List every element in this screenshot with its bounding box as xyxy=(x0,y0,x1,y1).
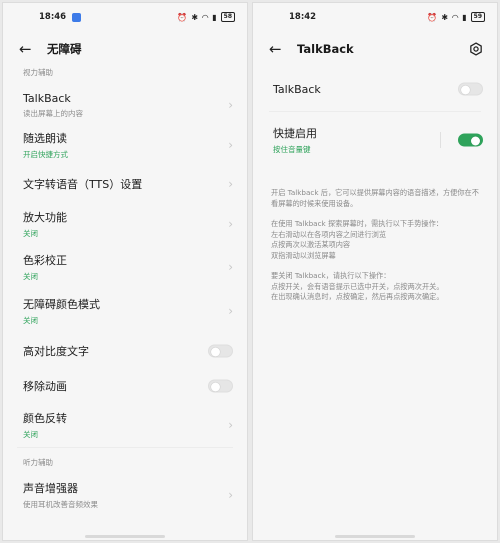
talkback-label: TalkBack xyxy=(273,82,321,96)
item-title: TalkBack xyxy=(23,91,71,105)
item-subtitle: 开启快捷方式 xyxy=(23,150,68,159)
description-line: 在使用 Talkback 探索屏幕时，需执行以下手势操作： xyxy=(271,219,443,228)
shortcut-toggle[interactable] xyxy=(458,133,483,147)
item-subtitle: 关闭 xyxy=(23,272,38,281)
alarm-icon: ⏰ xyxy=(427,12,438,22)
page-title: TalkBack xyxy=(297,42,354,56)
status-bar: 18:46 ⏰ ✱ ◠ ▮ 58 xyxy=(3,3,247,31)
description-paragraph: 开启 Talkback 后，它可以提供屏幕内容的语音描述，方便你在不看屏幕的时候… xyxy=(271,188,479,208)
talkback-toggle[interactable] xyxy=(458,82,483,96)
description-line: 点按开关，会有语音提示已选中开关，点按两次开关。 xyxy=(271,281,444,291)
list-item-color-inversion[interactable]: 颜色反转 关闭 › xyxy=(3,403,247,447)
section-label-vision: 视力辅助 xyxy=(23,68,53,77)
status-time: 18:46 xyxy=(39,12,67,22)
chevron-right-icon: › xyxy=(228,217,233,231)
alarm-icon: ⏰ xyxy=(177,12,188,22)
list-item-talkback[interactable]: TalkBack 读出屏幕上的内容 › xyxy=(3,85,247,125)
back-arrow-icon[interactable]: ← xyxy=(19,40,41,58)
signal-icon: ▮ xyxy=(462,12,467,22)
battery-icon: 59 xyxy=(470,12,485,22)
page-title: 无障碍 xyxy=(47,42,82,56)
row-separator xyxy=(440,132,441,148)
right-screen: 18:42 ⏰ ✱ ◠ ▮ 59 ← TalkBack TalkBack 快捷启… xyxy=(252,2,498,541)
item-title: 色彩校正 xyxy=(23,254,67,267)
home-indicator[interactable] xyxy=(85,535,165,538)
item-title: 无障碍颜色模式 xyxy=(23,298,100,311)
chevron-right-icon: › xyxy=(228,304,233,318)
item-title: 高对比度文字 xyxy=(23,345,89,358)
bluetooth-icon: ✱ xyxy=(191,12,199,22)
item-title: 移除动画 xyxy=(23,380,67,393)
description-line: 在出现确认消息时，点按确定，然后再点按两次确定。 xyxy=(271,292,444,301)
back-arrow-icon[interactable]: ← xyxy=(269,40,291,58)
app-header: ← 无障碍 xyxy=(3,31,247,67)
signal-icon: ▮ xyxy=(212,12,217,22)
settings-gear-icon[interactable] xyxy=(469,42,483,56)
chevron-right-icon: › xyxy=(228,488,233,502)
left-screen: 18:46 ⏰ ✱ ◠ ▮ 58 ← 无障碍 视力辅助 TalkBack 读出屏… xyxy=(2,2,248,541)
chevron-right-icon: › xyxy=(228,138,233,152)
wifi-icon: ◠ xyxy=(452,12,459,22)
item-title: 声音增强器 xyxy=(23,482,78,495)
list-item-magnification[interactable]: 放大功能 关闭 › xyxy=(3,203,247,245)
chevron-right-icon: › xyxy=(228,418,233,432)
status-bar: 18:42 ⏰ ✱ ◠ ▮ 59 xyxy=(253,3,497,31)
high-contrast-toggle[interactable] xyxy=(208,344,233,358)
description-line: 点按两次以激活某项内容 xyxy=(271,240,351,249)
status-icons: ⏰ ✱ ◠ ▮ 59 xyxy=(427,12,485,22)
item-subtitle: 关闭 xyxy=(23,430,38,439)
bluetooth-icon: ✱ xyxy=(441,12,449,22)
item-subtitle: 关闭 xyxy=(23,229,38,238)
remove-animations-toggle[interactable] xyxy=(208,379,233,393)
app-header: ← TalkBack xyxy=(253,31,497,67)
list-item-color-correction[interactable]: 色彩校正 关闭 › xyxy=(3,245,247,289)
chevron-right-icon: › xyxy=(228,177,233,191)
wifi-icon: ◠ xyxy=(202,12,209,22)
list-item-tts-settings[interactable]: 文字转语音（TTS）设置 › xyxy=(3,165,247,203)
status-time: 18:42 xyxy=(289,12,317,22)
list-item-color-mode[interactable]: 无障碍颜色模式 关闭 › xyxy=(3,289,247,333)
item-title: 文字转语音（TTS）设置 xyxy=(23,178,143,191)
list-item-high-contrast-text[interactable]: 高对比度文字 xyxy=(3,333,247,369)
list-item-remove-animations[interactable]: 移除动画 xyxy=(3,369,247,403)
list-item-select-to-speak[interactable]: 随选朗读 开启快捷方式 › xyxy=(3,125,247,165)
item-title: 随选朗读 xyxy=(23,132,67,145)
description-line: 双指滑动以浏览屏幕 xyxy=(271,250,336,260)
talkback-switch-row[interactable]: TalkBack xyxy=(253,67,497,111)
battery-icon: 58 xyxy=(220,12,235,22)
item-subtitle: 关闭 xyxy=(23,316,38,325)
status-icons: ⏰ ✱ ◠ ▮ 58 xyxy=(177,12,235,22)
shortcut-row[interactable]: 快捷启用 按住音量键 xyxy=(253,112,497,168)
home-indicator[interactable] xyxy=(335,535,415,538)
item-subtitle: 读出屏幕上的内容 xyxy=(23,108,83,118)
talkback-description: 开启 Talkback 后，它可以提供屏幕内容的语音描述，方便你在不看屏幕的时候… xyxy=(253,188,497,303)
shortcut-label: 快捷启用 xyxy=(273,127,317,140)
chevron-right-icon: › xyxy=(228,260,233,274)
chevron-right-icon: › xyxy=(228,98,233,112)
shortcut-subtitle: 按住音量键 xyxy=(273,145,311,154)
notification-app-icon xyxy=(72,12,82,22)
description-line: 要关闭 Talkback，请执行以下操作： xyxy=(271,271,391,280)
list-item-sound-amplifier[interactable]: 声音增强器 使用耳机改善音频效果 › xyxy=(3,478,247,512)
description-line: 左右滑动以在各项内容之间进行浏览 xyxy=(271,229,387,239)
item-title: 颜色反转 xyxy=(23,412,67,425)
section-label-hearing: 听力辅助 xyxy=(23,458,53,467)
item-subtitle: 使用耳机改善音频效果 xyxy=(23,500,98,509)
item-title: 放大功能 xyxy=(23,211,67,224)
